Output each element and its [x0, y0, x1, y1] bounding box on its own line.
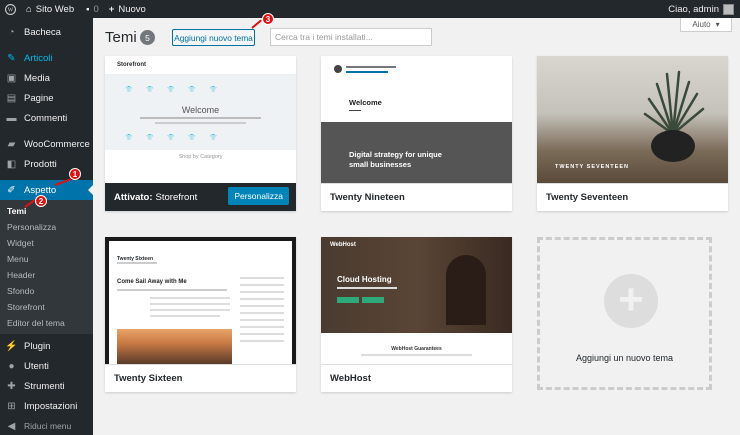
site-name-link[interactable]: ⌂ Sito Web	[26, 4, 74, 15]
page-title: Temi	[105, 29, 137, 46]
caret-down-icon: ▾	[715, 20, 720, 29]
annotation-badge-3: 3	[262, 13, 274, 25]
theme-card-twentynineteen[interactable]: Welcome Digital strategy for unique smal…	[321, 56, 512, 211]
page-icon: ▤	[6, 92, 17, 104]
avatar	[723, 3, 734, 15]
account-menu[interactable]: Ciao, admin	[668, 3, 734, 15]
svg-text:W: W	[8, 7, 14, 13]
submenu-item-header[interactable]: Header	[0, 267, 93, 283]
admin-sidebar: ◔ Bacheca ✎ Articoli ▣ Media ▤ Pagine ▬ Comme…	[0, 18, 93, 435]
search-themes-input[interactable]: Cerca tra i temi installati...	[270, 28, 432, 46]
comment-icon: ▪	[86, 3, 90, 15]
add-new-theme-button[interactable]: Aggiungi nuovo tema	[172, 29, 255, 46]
sidebar-item-pagine[interactable]: ▤ Pagine	[0, 88, 93, 108]
customize-button[interactable]: Personalizza	[228, 187, 289, 205]
sidebar-item-bacheca[interactable]: ◔ Bacheca	[0, 22, 93, 42]
theme-name-bar: Twenty Sixteen	[105, 364, 296, 392]
theme-card-webhost[interactable]: WebHost Cloud Hosting WebHost Guarantees…	[321, 237, 512, 392]
sidebar-item-woocommerce[interactable]: ▰ WooCommerce	[0, 134, 93, 154]
annotation-badge-2: 2	[35, 195, 47, 207]
tools-icon: ✚	[7, 380, 16, 392]
users-icon: ●	[8, 360, 15, 372]
annotation-arrow	[251, 19, 262, 29]
collapse-icon: ◀	[7, 420, 16, 432]
dashboard-icon: ◔	[8, 26, 15, 38]
new-content-link[interactable]: + Nuovo	[109, 4, 146, 15]
comments-link[interactable]: ▪ 0	[86, 4, 99, 15]
theme-card-twentysixteen[interactable]: Twenty Sixteen Come Sail Away with Me Tw…	[105, 237, 296, 392]
pin-icon: ✎	[7, 52, 16, 64]
theme-name-bar: WebHost	[321, 364, 512, 392]
add-new-theme-card[interactable]: + Aggiungi un nuovo tema	[537, 237, 712, 390]
twentysixteen-screenshot: Twenty Sixteen Come Sail Away with Me	[105, 237, 296, 364]
sidebar-item-aspetto[interactable]: ✐ Aspetto	[0, 180, 93, 200]
theme-name-bar: Attivato: Storefront Personalizza	[105, 183, 296, 211]
home-icon: ⌂	[26, 3, 32, 15]
brush-icon: ✐	[7, 184, 16, 196]
submenu-item-menu[interactable]: Menu	[0, 251, 93, 267]
aspetto-submenu: Temi Personalizza Widget Menu Header Sfo…	[0, 200, 93, 334]
theme-name-bar: Twenty Seventeen	[537, 183, 728, 211]
theme-card-twentyseventeen[interactable]: TWENTY SEVENTEEN Twenty Seventeen	[537, 56, 728, 211]
product-icon: ◧	[6, 158, 17, 170]
webhost-screenshot: WebHost Cloud Hosting WebHost Guarantees	[321, 237, 512, 364]
sidebar-item-media[interactable]: ▣ Media	[0, 68, 93, 88]
admin-bar: W ⌂ Sito Web ▪ 0 + Nuovo Ciao, admin	[0, 0, 740, 18]
submenu-item-storefront[interactable]: Storefront	[0, 299, 93, 315]
woocommerce-icon: ▰	[7, 138, 16, 150]
plugin-icon: ⚡	[5, 340, 18, 352]
media-icon: ▣	[6, 72, 17, 84]
plus-icon: +	[604, 274, 658, 328]
twentyseventeen-screenshot: TWENTY SEVENTEEN	[537, 56, 728, 183]
theme-name-bar: Twenty Nineteen	[321, 183, 512, 211]
sidebar-item-strumenti[interactable]: ✚ Strumenti	[0, 376, 93, 396]
sidebar-item-impostazioni[interactable]: ⊞ Impostazioni	[0, 396, 93, 416]
settings-icon: ⊞	[7, 400, 16, 412]
collapse-menu-button[interactable]: ◀ Riduci menu	[0, 416, 93, 435]
submenu-item-temi[interactable]: Temi	[0, 203, 93, 219]
sidebar-item-commenti[interactable]: ▬ Commenti	[0, 108, 93, 128]
wordpress-logo-icon[interactable]: W	[5, 3, 16, 15]
twentynineteen-screenshot: Welcome Digital strategy for unique smal…	[321, 56, 512, 183]
sidebar-item-utenti[interactable]: ● Utenti	[0, 356, 93, 376]
theme-count-badge: 5	[140, 30, 155, 45]
annotation-badge-1: 1	[69, 168, 81, 180]
submenu-item-personalizza[interactable]: Personalizza	[0, 219, 93, 235]
help-tab[interactable]: Aiuto ▾	[680, 18, 732, 32]
theme-card-storefront[interactable]: Storefront 👕 👕 👕 👕 👕 Welcome 👕 👕 👕 👕 👕 S…	[105, 56, 296, 211]
submenu-item-sfondo[interactable]: Sfondo	[0, 283, 93, 299]
sidebar-item-articoli[interactable]: ✎ Articoli	[0, 48, 93, 68]
submenu-item-editor[interactable]: Editor del tema	[0, 315, 93, 331]
comment-icon: ▬	[6, 112, 17, 124]
plus-icon: +	[108, 3, 115, 15]
storefront-screenshot: Storefront 👕 👕 👕 👕 👕 Welcome 👕 👕 👕 👕 👕 S…	[105, 56, 296, 183]
sidebar-item-plugin[interactable]: ⚡ Plugin	[0, 336, 93, 356]
submenu-item-widget[interactable]: Widget	[0, 235, 93, 251]
